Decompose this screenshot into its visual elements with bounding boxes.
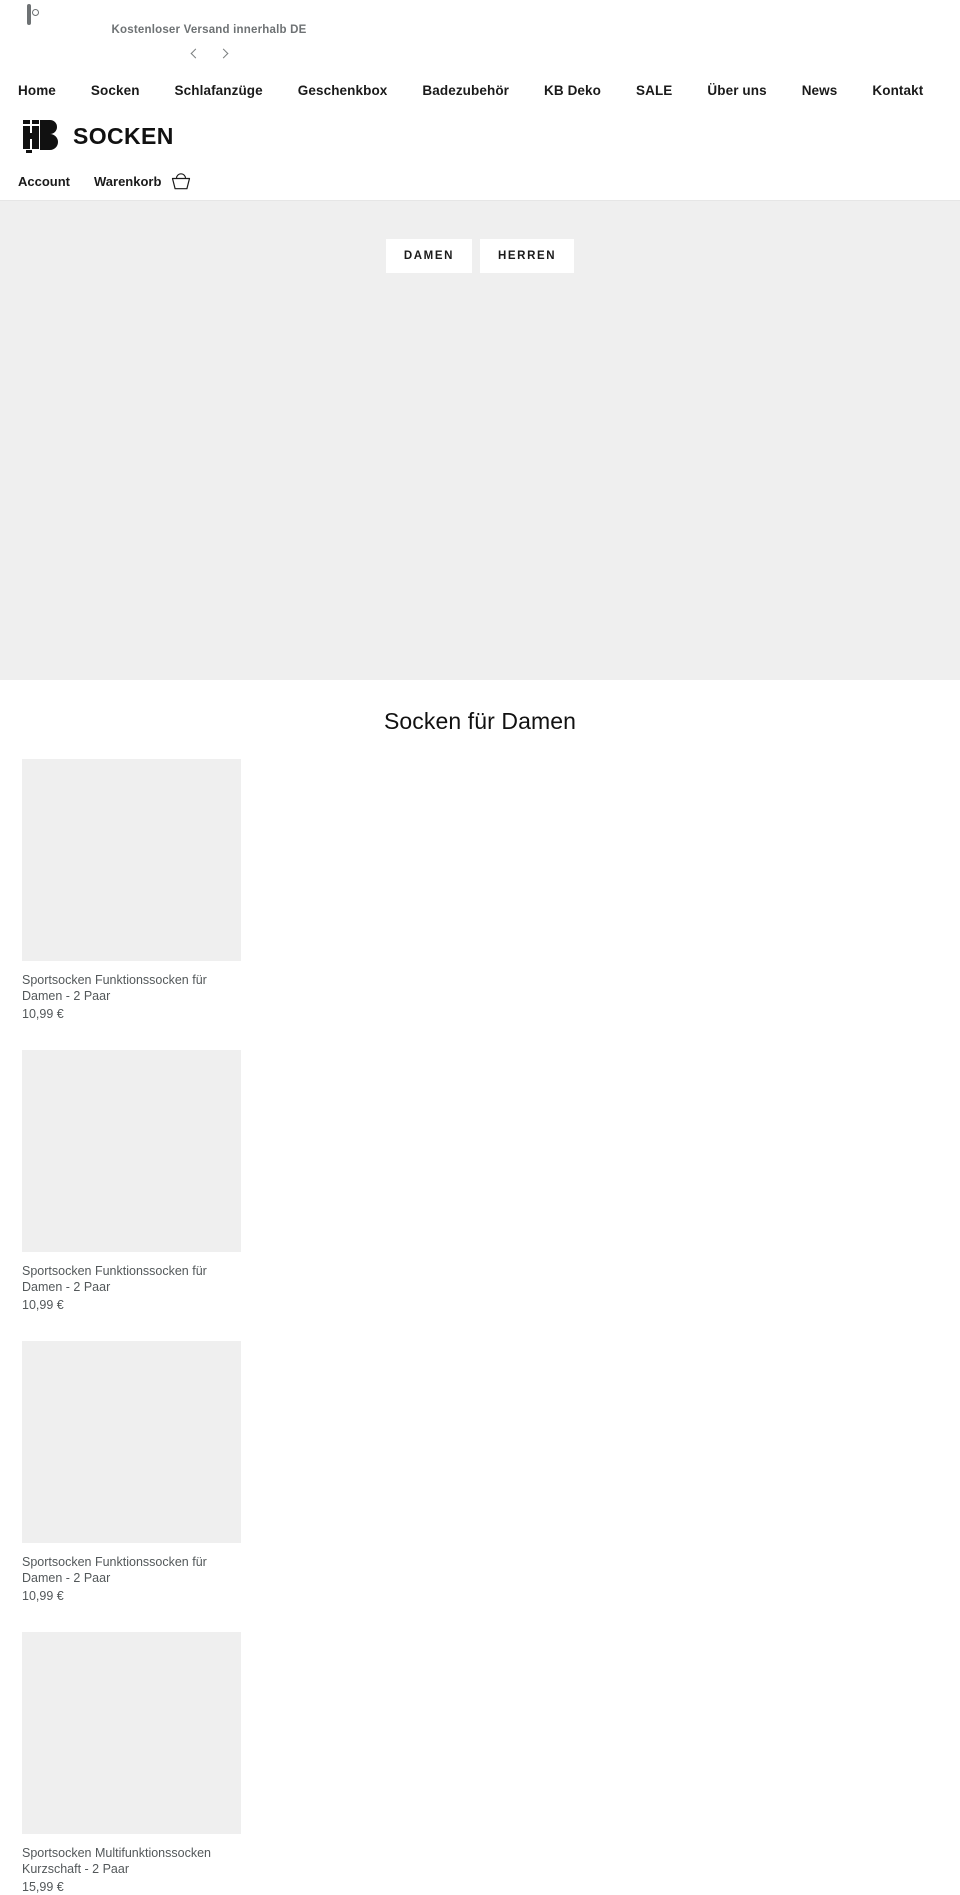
nav-item-geschenkbox[interactable]: Geschenkbox: [298, 82, 388, 100]
nav-item-schlafanzuege[interactable]: Schlafanzüge: [175, 82, 263, 100]
shopping-basket-icon: [172, 172, 191, 189]
instagram-icon: [27, 4, 31, 25]
nav-link-badezubehoer[interactable]: Badezubehör: [422, 83, 509, 98]
nav-list: Home Socken Schlafanzüge Geschenkbox Bad…: [18, 72, 960, 110]
cart-label: Warenkorb: [94, 173, 162, 189]
product-card[interactable]: Sportsocken Funktionssocken für Damen - …: [22, 1341, 241, 1604]
product-title: Sportsocken Funktionssocken für Damen - …: [22, 1264, 207, 1294]
nav-item-kb-deko[interactable]: KB Deko: [544, 82, 601, 100]
account-row: Account Warenkorb: [0, 162, 960, 200]
nav-link-news[interactable]: News: [802, 83, 838, 98]
social-links: [18, 4, 31, 25]
nav-link-home[interactable]: Home: [18, 83, 56, 98]
product-image: [22, 759, 241, 961]
product-card[interactable]: Sportsocken Funktionssocken für Damen - …: [22, 1050, 241, 1313]
nav-item-kontakt[interactable]: Kontakt: [872, 82, 923, 100]
product-price: 15,99 €: [22, 1880, 64, 1894]
announcement-text: Kostenloser Versand innerhalb DE: [111, 24, 307, 36]
nav-item-socken[interactable]: Socken: [91, 82, 140, 100]
nav-item-badezubehoer[interactable]: Badezubehör: [422, 82, 509, 100]
product-title: Sportsocken Multifunktionssocken Kurzsch…: [22, 1846, 211, 1876]
nav-link-socken[interactable]: Socken: [91, 83, 140, 98]
collection-section: Socken für Damen Sportsocken Funktionsso…: [0, 680, 960, 1895]
nav-link-ueber-uns[interactable]: Über uns: [707, 83, 766, 98]
logo-row: SOCKEN: [0, 110, 960, 162]
cart-link[interactable]: Warenkorb: [94, 172, 191, 190]
collection-title: Socken für Damen: [383, 708, 577, 734]
product-price: 10,99 €: [22, 1589, 64, 1603]
nav-link-kb-deko[interactable]: KB Deko: [544, 83, 601, 98]
announcement-carousel-controls: [0, 42, 418, 64]
chevron-right-icon: [218, 48, 228, 58]
nav-link-geschenkbox[interactable]: Geschenkbox: [298, 83, 388, 98]
product-price: 10,99 €: [22, 1007, 64, 1021]
hero-cta-group: DAMEN HERREN: [0, 239, 960, 273]
logo-wordmark: SOCKEN: [73, 122, 174, 149]
site-logo-link[interactable]: SOCKEN: [22, 119, 174, 153]
product-image: [22, 1050, 241, 1252]
nav-item-ueber-uns[interactable]: Über uns: [707, 82, 766, 100]
nav-link-schlafanzuege[interactable]: Schlafanzüge: [175, 83, 263, 98]
product-grid: Sportsocken Funktionssocken für Damen - …: [0, 759, 960, 1895]
chevron-left-icon: [190, 48, 200, 58]
product-price: 10,99 €: [22, 1298, 64, 1312]
top-utility-bar: Kostenloser Versand innerhalb DE: [0, 0, 960, 72]
nav-link-sale[interactable]: SALE: [636, 83, 672, 98]
account-link[interactable]: Account: [18, 174, 70, 189]
main-navigation: Home Socken Schlafanzüge Geschenkbox Bad…: [0, 72, 960, 110]
nav-link-kontakt[interactable]: Kontakt: [872, 83, 923, 98]
product-image: [22, 1341, 241, 1543]
nav-item-news[interactable]: News: [802, 82, 838, 100]
announcement-prev-button[interactable]: [183, 42, 205, 64]
nav-item-sale[interactable]: SALE: [636, 82, 672, 100]
product-title: Sportsocken Funktionssocken für Damen - …: [22, 973, 207, 1003]
product-card[interactable]: Sportsocken Multifunktionssocken Kurzsch…: [22, 1632, 241, 1895]
hb-logo-icon: [23, 120, 58, 153]
product-title: Sportsocken Funktionssocken für Damen - …: [22, 1555, 207, 1585]
product-card[interactable]: Sportsocken Funktionssocken für Damen - …: [22, 759, 241, 1022]
hero-banner: DAMEN HERREN: [0, 200, 960, 680]
nav-item-home[interactable]: Home: [18, 82, 56, 100]
product-image: [22, 1632, 241, 1834]
instagram-link[interactable]: [27, 4, 31, 25]
announcement-next-button[interactable]: [213, 42, 235, 64]
hero-button-herren[interactable]: HERREN: [480, 239, 575, 273]
hero-button-damen[interactable]: DAMEN: [385, 239, 472, 273]
